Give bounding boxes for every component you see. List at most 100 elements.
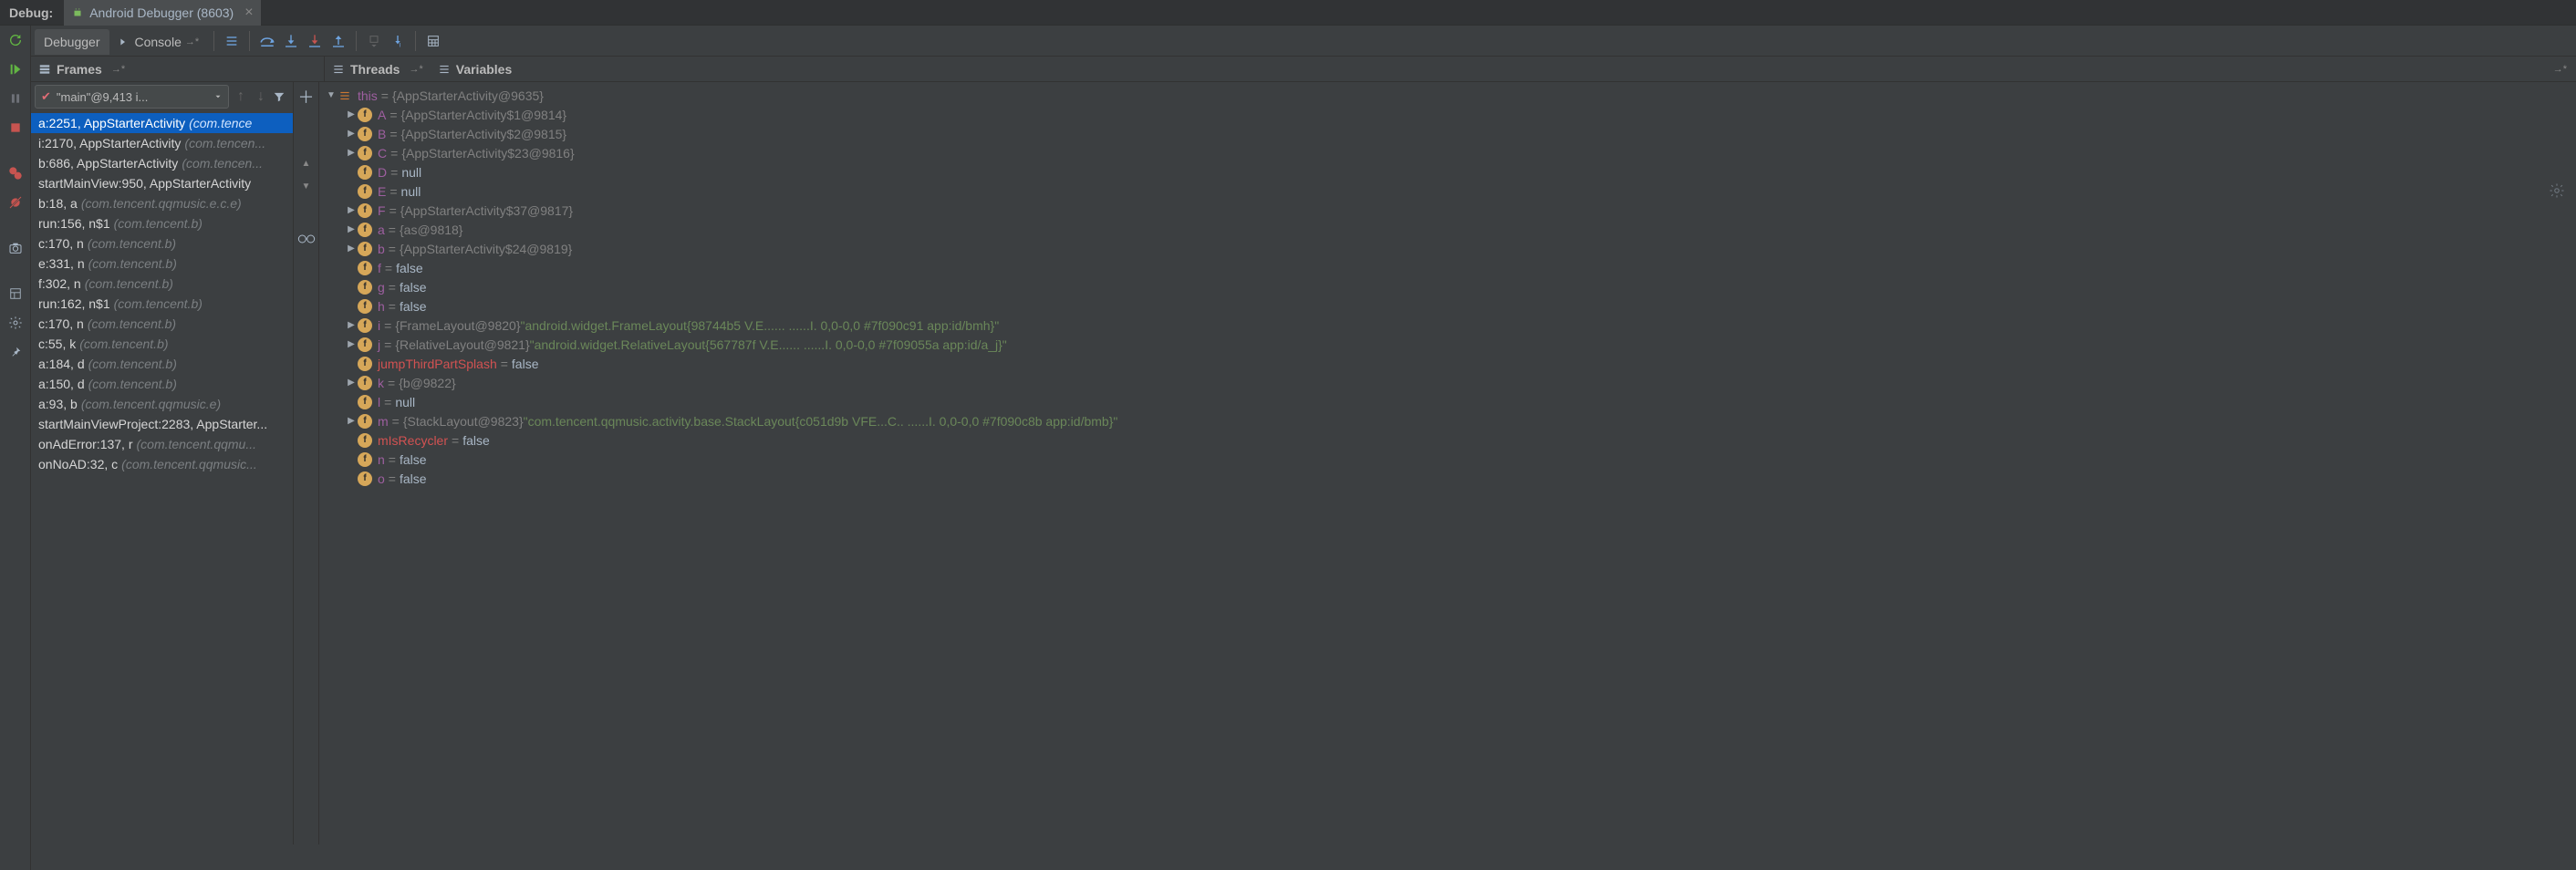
variable-row[interactable]: fg = false xyxy=(325,277,2571,296)
panel-headers: Frames →* Threads →* Variables →* xyxy=(31,57,2576,82)
variable-row[interactable]: ▼this = {AppStarterActivity@9635} xyxy=(325,86,2571,105)
field-icon: f xyxy=(358,108,372,122)
drop-frame-button[interactable] xyxy=(362,29,386,53)
frame-row[interactable]: e:331, n(com.tencent.b) xyxy=(31,254,293,274)
pause-button[interactable] xyxy=(6,89,25,108)
chevron-right-icon[interactable]: ▶ xyxy=(345,243,358,254)
chevron-down-icon[interactable]: ▼ xyxy=(325,90,338,100)
run-to-cursor-button[interactable]: I xyxy=(386,29,410,53)
variable-value: false xyxy=(400,280,427,295)
step-over-button[interactable] xyxy=(255,29,279,53)
chevron-right-icon[interactable]: ▶ xyxy=(345,109,358,119)
step-into-button[interactable] xyxy=(279,29,303,53)
frame-pkg: (com.tencent.qqmusic... xyxy=(121,457,257,471)
variable-row[interactable]: fh = false xyxy=(325,296,2571,316)
variable-row[interactable]: ▶fm = {StackLayout@9823} "com.tencent.qq… xyxy=(325,411,2571,430)
frame-row[interactable]: a:150, d(com.tencent.b) xyxy=(31,374,293,394)
variable-row[interactable]: ▶fC = {AppStarterActivity$23@9816} xyxy=(325,143,2571,162)
frame-row[interactable]: c:170, n(com.tencent.b) xyxy=(31,233,293,254)
chevron-right-icon[interactable]: ▶ xyxy=(345,416,358,426)
variable-row[interactable]: ▶fj = {RelativeLayout@9821} "android.wid… xyxy=(325,335,2571,354)
settings-icon[interactable] xyxy=(6,314,25,332)
variable-row[interactable]: ▶fB = {AppStarterActivity$2@9815} xyxy=(325,124,2571,143)
chevron-right-icon[interactable]: ▶ xyxy=(345,148,358,158)
frame-row[interactable]: f:302, n(com.tencent.b) xyxy=(31,274,293,294)
layout-icon[interactable] xyxy=(6,285,25,303)
chevron-right-icon[interactable]: ▶ xyxy=(345,224,358,234)
variable-row[interactable]: ▶fA = {AppStarterActivity$1@9814} xyxy=(325,105,2571,124)
stop-button[interactable] xyxy=(6,119,25,137)
separator xyxy=(213,31,214,51)
thread-selector[interactable]: ✔ "main"@9,413 i... xyxy=(35,85,229,109)
variable-value: false xyxy=(400,471,427,486)
frame-row[interactable]: a:2251, AppStarterActivity(com.tence xyxy=(31,113,293,133)
step-out-button[interactable] xyxy=(327,29,350,53)
variable-value: {AppStarterActivity$1@9814} xyxy=(401,108,567,122)
resume-button[interactable] xyxy=(6,60,25,78)
frame-row[interactable]: c:170, n(com.tencent.b) xyxy=(31,314,293,334)
settings-icon[interactable] xyxy=(2549,182,2565,199)
rerun-button[interactable] xyxy=(6,31,25,49)
tab-console[interactable]: Console →* xyxy=(109,29,209,55)
evaluate-expression-button[interactable] xyxy=(421,29,445,53)
variable-row[interactable]: ▶fk = {b@9822} xyxy=(325,373,2571,392)
next-frame-button[interactable]: ↓ xyxy=(253,88,269,105)
console-icon xyxy=(119,36,131,48)
variable-name: D xyxy=(378,165,387,180)
equals-sign: = xyxy=(390,108,397,122)
view-breakpoints-button[interactable] xyxy=(6,164,25,182)
frame-row[interactable]: run:162, n$1(com.tencent.b) xyxy=(31,294,293,314)
variable-row[interactable]: ff = false xyxy=(325,258,2571,277)
threads-header[interactable]: Threads →* xyxy=(325,57,431,81)
variable-row[interactable]: fjumpThirdPartSplash = false xyxy=(325,354,2571,373)
filter-button[interactable] xyxy=(273,90,289,103)
variable-row[interactable]: ▶fa = {as@9818} xyxy=(325,220,2571,239)
frame-row[interactable]: run:156, n$1(com.tencent.b) xyxy=(31,213,293,233)
variable-name: mIsRecycler xyxy=(378,433,448,448)
frame-row[interactable]: i:2170, AppStarterActivity(com.tencen... xyxy=(31,133,293,153)
chevron-right-icon[interactable]: ▶ xyxy=(345,129,358,139)
variable-row[interactable]: ▶fF = {AppStarterActivity$37@9817} xyxy=(325,201,2571,220)
equals-sign: = xyxy=(384,395,391,409)
pin-icon[interactable] xyxy=(6,343,25,361)
prev-frame-button[interactable]: ↑ xyxy=(233,88,249,105)
field-icon: f xyxy=(358,280,372,295)
frame-fn: a:2251, AppStarterActivity xyxy=(38,116,185,130)
frame-row[interactable]: b:18, a(com.tencent.qqmusic.e.c.e) xyxy=(31,193,293,213)
frame-row[interactable]: a:184, d(com.tencent.b) xyxy=(31,354,293,374)
variable-row[interactable]: ▶fb = {AppStarterActivity$24@9819} xyxy=(325,239,2571,258)
chevron-right-icon[interactable]: ▶ xyxy=(345,339,358,349)
chevron-right-icon[interactable]: ▶ xyxy=(345,378,358,388)
variable-row[interactable]: fn = false xyxy=(325,450,2571,469)
field-icon: f xyxy=(358,318,372,333)
variable-row[interactable]: ▶fi = {FrameLayout@9820} "android.widget… xyxy=(325,316,2571,335)
thread-selector-label: "main"@9,413 i... xyxy=(57,90,148,104)
camera-icon[interactable] xyxy=(6,239,25,257)
frame-row[interactable]: startMainViewProject:2283, AppStarter... xyxy=(31,414,293,434)
variable-row[interactable]: fo = false xyxy=(325,469,2571,488)
frame-row[interactable]: a:93, b(com.tencent.qqmusic.e) xyxy=(31,394,293,414)
mute-breakpoints-button[interactable] xyxy=(6,193,25,212)
frame-fn: i:2170, AppStarterActivity xyxy=(38,136,181,150)
list-icon[interactable] xyxy=(220,29,244,53)
glasses-icon[interactable] xyxy=(297,230,316,248)
frames-header[interactable]: Frames →* xyxy=(31,57,325,81)
frame-row[interactable]: c:55, k(com.tencent.b) xyxy=(31,334,293,354)
add-watch-button[interactable]: ＋ xyxy=(297,88,316,106)
variable-row[interactable]: fmIsRecycler = false xyxy=(325,430,2571,450)
force-step-into-button[interactable] xyxy=(303,29,327,53)
variable-row[interactable]: fD = null xyxy=(325,162,2571,181)
close-icon[interactable]: × xyxy=(244,5,253,21)
chevron-right-icon[interactable]: ▶ xyxy=(345,205,358,215)
chevron-right-icon[interactable]: ▶ xyxy=(345,320,358,330)
run-config-tab[interactable]: Android Debugger (8603) × xyxy=(64,0,260,26)
frame-row[interactable]: onNoAD:32, c(com.tencent.qqmusic... xyxy=(31,454,293,474)
frame-row[interactable]: onAdError:137, r(com.tencent.qqmu... xyxy=(31,434,293,454)
variables-header[interactable]: Variables xyxy=(431,57,2550,81)
variable-row[interactable]: fl = null xyxy=(325,392,2571,411)
variable-row[interactable]: fE = null xyxy=(325,181,2571,201)
tab-debugger[interactable]: Debugger xyxy=(35,29,109,55)
frame-row[interactable]: startMainView:950, AppStarterActivity xyxy=(31,173,293,193)
frame-row[interactable]: b:686, AppStarterActivity(com.tencen... xyxy=(31,153,293,173)
variable-name: this xyxy=(358,88,378,103)
